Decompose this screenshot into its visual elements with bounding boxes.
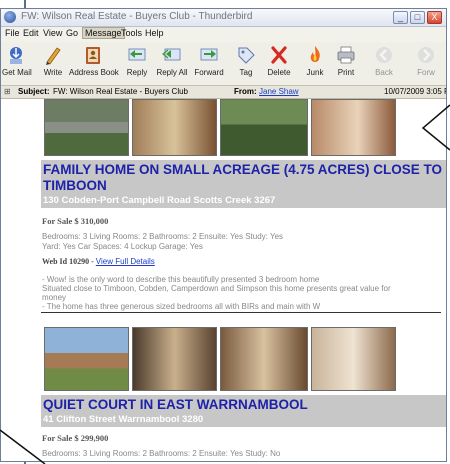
get-mail-button[interactable]: Get Mail: [2, 44, 32, 77]
message-date: 10/07/2009 3:05 PM: [384, 87, 446, 96]
listing2-photo-bathroom[interactable]: [311, 327, 396, 391]
title-bar: FW: Wilson Real Estate - Buyers Club - T…: [1, 9, 446, 27]
listing1-desc-3: money: [42, 293, 67, 302]
listing2-photo-kitchen[interactable]: [220, 327, 308, 391]
listing1-desc-4: - The home has three generous sized bedr…: [42, 302, 321, 311]
menu-message[interactable]: Message: [82, 27, 125, 39]
listing2-headline: QUIET COURT IN EAST WARRNAMBOOL: [43, 397, 308, 412]
menu-edit[interactable]: Edit: [23, 28, 39, 38]
get-mail-icon: [10, 47, 22, 64]
back-arrow-icon: [376, 47, 392, 63]
close-button[interactable]: X: [427, 11, 442, 24]
message-body: FAMILY HOME ON SMALL ACREAGE (4.75 ACRES…: [1, 99, 446, 461]
listing2-photo-dining[interactable]: [132, 327, 217, 391]
expand-header-icon[interactable]: ⊞: [4, 87, 11, 96]
tag-button[interactable]: Tag: [235, 44, 257, 77]
menu-file[interactable]: File: [5, 28, 20, 38]
menu-view[interactable]: View: [43, 28, 62, 38]
listing1-desc-2: Situated close to Timboon, Cobden, Campe…: [42, 284, 391, 293]
junk-flame-icon: [310, 46, 320, 62]
subject-label: Subject:: [18, 87, 50, 96]
listing-divider: [41, 312, 441, 313]
listing1-address: 130 Cobden-Port Campbell Road Scotts Cre…: [43, 195, 276, 206]
junk-button[interactable]: Junk: [304, 44, 326, 77]
from-value[interactable]: Jane Shaw: [259, 87, 299, 96]
listing2-address: 41 Clifton Street Warrnambool 3280: [43, 414, 204, 425]
thunderbird-icon: [4, 11, 16, 23]
forward-button[interactable]: Forward: [192, 44, 226, 77]
listing1-features-1: Bedrooms: 3 Living Rooms: 2 Bathrooms: 2…: [42, 232, 284, 241]
back-button[interactable]: Back: [373, 44, 395, 77]
menu-bar: File Edit View Go Message Tools Help: [1, 27, 446, 41]
forward-icon: [200, 48, 218, 61]
reply-all-button[interactable]: Reply All: [153, 44, 191, 77]
reply-icon: [128, 48, 146, 61]
menu-help[interactable]: Help: [145, 28, 164, 38]
write-button[interactable]: Write: [39, 44, 67, 77]
screenshot-stage: FW: Wilson Real Estate - Buyers Club - T…: [0, 0, 450, 464]
reply-button[interactable]: Reply: [123, 44, 151, 77]
minimize-button[interactable]: _: [393, 11, 408, 24]
address-book-icon: [86, 47, 100, 64]
forward-arrow-icon: [418, 47, 434, 63]
menu-go[interactable]: Go: [66, 28, 78, 38]
thunderbird-window: FW: Wilson Real Estate - Buyers Club - T…: [0, 8, 447, 462]
message-header-bar: ⊞ Subject: FW: Wilson Real Estate - Buye…: [1, 86, 446, 99]
window-title: FW: Wilson Real Estate - Buyers Club - T…: [21, 11, 253, 22]
forward-nav-button[interactable]: Forw: [411, 44, 441, 77]
maximize-button[interactable]: □: [410, 11, 425, 24]
listing1-web-id: Web Id 10290 - View Full Details: [42, 257, 155, 266]
pencil-icon: [46, 47, 61, 65]
listing1-photo-bedroom[interactable]: [311, 99, 396, 156]
address-book-button[interactable]: Address Book: [69, 44, 119, 77]
listing1-features-2: Yard: Yes Car Spaces: 4 Lockup Garage: Y…: [42, 242, 203, 251]
listing1-price: For Sale $ 310,000: [42, 216, 109, 226]
listing1-photo-exterior[interactable]: [44, 99, 129, 156]
listing1-photo-garden[interactable]: [220, 99, 308, 156]
listing2-features-1: Bedrooms: 3 Living Rooms: 2 Bathrooms: 2…: [42, 449, 281, 458]
main-toolbar: Get Mail Write Address Book Reply Reply …: [1, 42, 446, 86]
listing2-header: QUIET COURT IN EAST WARRNAMBOOL 41 Clift…: [41, 395, 446, 427]
view-full-details-link[interactable]: View Full Details: [96, 257, 155, 266]
reply-all-icon: [162, 48, 181, 61]
from-label: From:: [234, 87, 257, 96]
listing2-price: For Sale $ 299,900: [42, 433, 109, 443]
listing1-desc-1: - Wow! is the only word to describe this…: [42, 275, 320, 284]
listing1-headline: FAMILY HOME ON SMALL ACREAGE (4.75 ACRES…: [43, 162, 443, 193]
menu-tools[interactable]: Tools: [121, 28, 142, 38]
listing2-photo-exterior[interactable]: [44, 327, 129, 391]
tag-icon: [238, 47, 255, 64]
delete-x-icon: [271, 46, 287, 64]
listing1-photo-lounge[interactable]: [132, 99, 217, 156]
listing1-header: FAMILY HOME ON SMALL ACREAGE (4.75 ACRES…: [41, 160, 446, 208]
print-button[interactable]: Print: [335, 44, 357, 77]
subject-value: FW: Wilson Real Estate - Buyers Club: [53, 87, 189, 96]
delete-button[interactable]: Delete: [265, 44, 293, 77]
printer-icon: [337, 46, 355, 64]
